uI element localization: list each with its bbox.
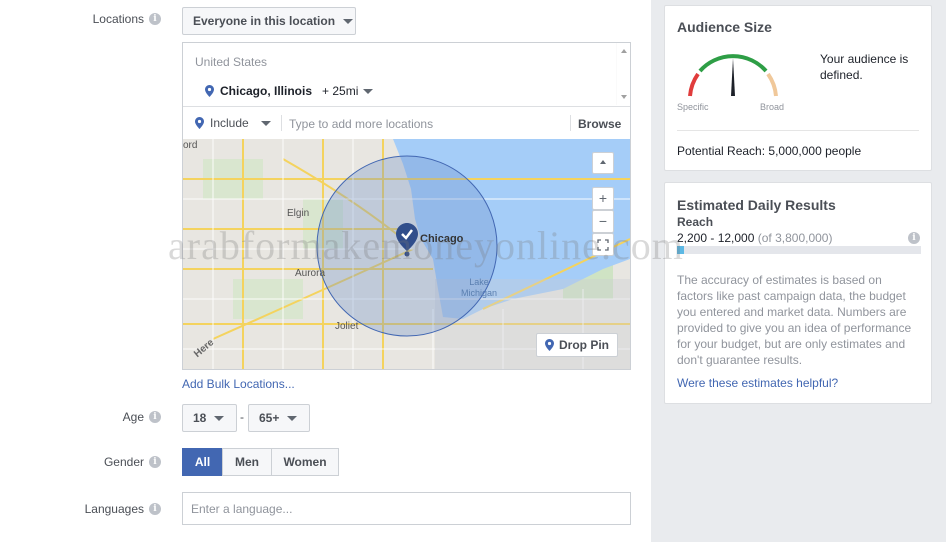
map-label-aurora: Aurora — [295, 268, 326, 279]
country-label: United States — [195, 55, 268, 69]
potential-reach: Potential Reach: 5,000,000 people — [677, 144, 862, 158]
caret-down-icon — [363, 88, 374, 94]
location-pin-icon — [205, 85, 214, 97]
audience-gauge — [688, 54, 778, 97]
caret-down-icon — [343, 18, 354, 24]
daily-results-title: Estimated Daily Results — [677, 197, 836, 213]
fullscreen-icon — [597, 239, 609, 251]
fullscreen-button[interactable] — [592, 233, 614, 256]
info-icon[interactable]: i — [149, 503, 161, 515]
age-label: Age i — [123, 410, 161, 424]
info-icon[interactable]: i — [908, 232, 920, 244]
map-collapse-button[interactable] — [592, 152, 614, 174]
gauge-specific-label: Specific — [677, 102, 709, 112]
estimates-feedback-link[interactable]: Were these estimates helpful? — [677, 376, 838, 390]
info-icon[interactable]: i — [149, 456, 161, 468]
location-search-input[interactable]: Type to add more locations — [289, 117, 433, 131]
language-input[interactable]: Enter a language... — [182, 492, 631, 525]
caret-down-icon — [260, 120, 271, 126]
languages-label: Languages i — [85, 502, 161, 516]
location-box: United States Chicago, Illinois + 25mi I… — [182, 42, 631, 370]
location-type-dropdown[interactable]: Everyone in this location — [182, 7, 356, 35]
gauge-broad-label: Broad — [760, 102, 785, 112]
reach-range: 2,200 - 12,000 (of 3,800,000) — [677, 231, 833, 245]
city-name: Chicago, Illinois — [220, 84, 313, 98]
age-separator: - — [240, 410, 244, 424]
gender-label: Gender i — [104, 455, 161, 469]
caret-down-icon — [287, 415, 298, 421]
map-label-ord: ord — [183, 140, 198, 151]
gender-option-men[interactable]: Men — [222, 448, 272, 476]
audience-size-title: Audience Size — [677, 19, 772, 35]
map-label-joliet: Joliet — [335, 321, 359, 332]
radius-dropdown[interactable]: + 25mi — [322, 84, 374, 98]
reach-bar-fill — [677, 246, 685, 254]
add-bulk-locations-link[interactable]: Add Bulk Locations... — [182, 377, 295, 391]
zoom-in-button[interactable]: + — [592, 187, 614, 210]
location-marker-icon — [396, 223, 418, 257]
chevron-up-icon — [600, 160, 606, 164]
location-pin-icon — [545, 339, 554, 351]
location-list-scrollbar[interactable] — [616, 43, 630, 105]
gender-option-all[interactable]: All — [182, 448, 223, 476]
zoom-out-button[interactable]: − — [592, 210, 614, 233]
audience-size-card: Audience Size Specific Broad Your audien… — [664, 5, 932, 171]
reach-bar — [677, 246, 921, 254]
age-max-dropdown[interactable]: 65+ — [248, 404, 310, 432]
map-label-lake-michigan: Lake Michigan — [460, 277, 498, 298]
caret-down-icon — [214, 415, 225, 421]
audience-status-text: Your audience is defined. — [820, 52, 909, 82]
browse-button[interactable]: Browse — [578, 117, 621, 131]
location-map[interactable]: Chicago Elgin Aurora Joliet Lake Michiga… — [183, 139, 630, 369]
info-icon[interactable]: i — [149, 411, 161, 423]
gender-option-women[interactable]: Women — [271, 448, 339, 476]
include-dropdown[interactable]: Include — [195, 116, 271, 130]
drop-pin-button[interactable]: Drop Pin — [536, 333, 618, 357]
targeting-panel: Locations i Everyone in this location Uni… — [0, 0, 651, 542]
location-pin-icon — [195, 117, 204, 129]
gender-selector: All Men Women — [182, 448, 339, 476]
age-min-dropdown[interactable]: 18 — [182, 404, 237, 432]
include-row: Include Type to add more locations Brows… — [183, 106, 630, 139]
daily-results-card: Estimated Daily Results Reach 2,200 - 12… — [664, 182, 932, 404]
locations-label: Locations i — [93, 12, 161, 26]
map-label-chicago: Chicago — [420, 233, 464, 245]
reach-label: Reach — [677, 215, 714, 229]
map-label-elgin: Elgin — [287, 208, 310, 219]
info-icon[interactable]: i — [149, 13, 161, 25]
estimates-disclaimer: The accuracy of estimates is based on fa… — [677, 273, 912, 367]
location-item-chicago[interactable]: Chicago, Illinois + 25mi — [205, 84, 374, 98]
